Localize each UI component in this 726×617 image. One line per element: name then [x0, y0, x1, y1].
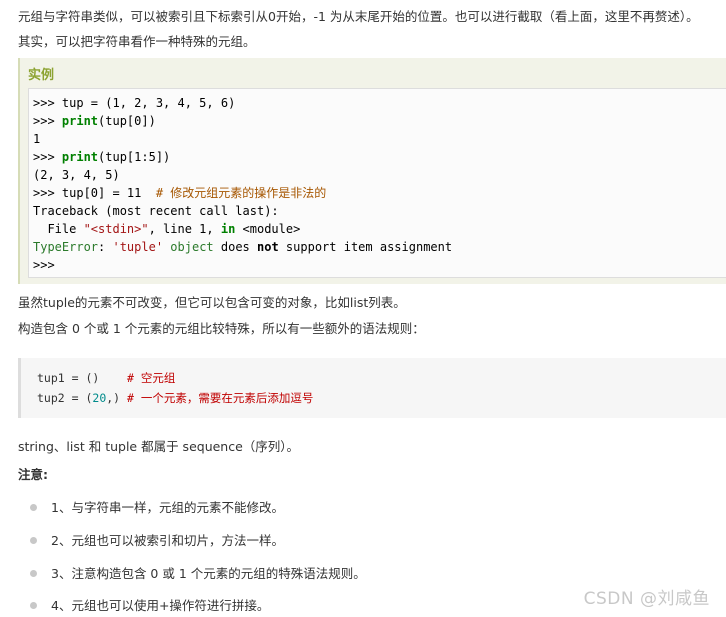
code-line: 1 [33, 132, 41, 146]
code-line: >>> print(tup[0]) [33, 114, 156, 128]
paragraph-string-as-tuple: 其实，可以把字符串看作一种特殊的元组。 [18, 34, 256, 49]
list-item: 4、元组也可以使用+操作符进行拼接。 [30, 597, 269, 615]
example-title: 实例 [28, 68, 55, 83]
code-line: tup2 = (20,) # 一个元素，需要在元素后添加逗号 [37, 391, 314, 405]
paragraph-special-syntax: 构造包含 0 个或 1 个元素的元组比较特殊，所以有一些额外的语法规则： [18, 321, 425, 336]
list-item: 3、注意构造包含 0 或 1 个元素的元组的特殊语法规则。 [30, 565, 366, 583]
bullet-icon [30, 504, 37, 511]
note-heading: 注意: [18, 467, 48, 482]
list-item: 1、与字符串一样，元组的元素不能修改。 [30, 499, 284, 517]
code-line: Traceback (most recent call last): [33, 204, 279, 218]
code-line: File "<stdin>", line 1, in <module> [33, 222, 301, 236]
code-line: >>> [33, 258, 55, 272]
example-code-block: >>> tup = (1, 2, 3, 4, 5, 6) >>> print(t… [28, 88, 726, 278]
paragraph-tuple-indexing: 元组与字符串类似，可以被索引且下标索引从0开始，-1 为从末尾开始的位置。也可以… [18, 9, 699, 24]
code-line: >>> tup[0] = 11 # 修改元组元素的操作是非法的 [33, 186, 327, 200]
paragraph-sequence: string、list 和 tuple 都属于 sequence（序列）。 [18, 439, 300, 454]
code-line: >>> print(tup[1:5]) [33, 150, 171, 164]
code-line: >>> tup = (1, 2, 3, 4, 5, 6) [33, 96, 236, 110]
bullet-icon [30, 537, 37, 544]
paragraph-mutable-objects: 虽然tuple的元素不可改变，但它可以包含可变的对象，比如list列表。 [18, 295, 406, 310]
code-line: (2, 3, 4, 5) [33, 168, 120, 182]
article-page: 元组与字符串类似，可以被索引且下标索引从0开始，-1 为从末尾开始的位置。也可以… [0, 0, 726, 617]
code-line: tup1 = () # 空元组 [37, 371, 176, 385]
example-box: 实例 >>> tup = (1, 2, 3, 4, 5, 6) >>> prin… [18, 58, 726, 284]
bullet-icon [30, 602, 37, 609]
csdn-watermark: CSDN @刘咸鱼 [583, 589, 710, 609]
list-item: 2、元组也可以被索引和切片，方法一样。 [30, 532, 284, 550]
syntax-code-block: tup1 = () # 空元组 tup2 = (20,) # 一个元素，需要在元… [18, 358, 726, 418]
code-line: TypeError: 'tuple' object does not suppo… [33, 240, 453, 254]
bullet-icon [30, 570, 37, 577]
